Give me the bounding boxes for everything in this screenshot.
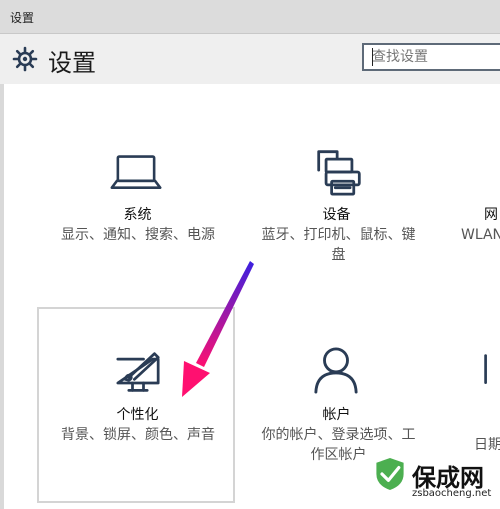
tile-personalization-name: 个性化 xyxy=(116,407,159,423)
search-input[interactable] xyxy=(372,46,492,68)
tile-devices-desc: 蓝牙、打印机、鼠标、键盘 xyxy=(261,227,416,263)
left-edge-divider xyxy=(0,84,4,509)
page-title: 设置 xyxy=(48,49,96,77)
window-title: 设置 xyxy=(10,11,35,25)
watermark: 保成网 zsbaocheng.net xyxy=(360,448,500,509)
shield-logo-icon xyxy=(376,458,404,490)
tile-accounts-name: 帐户 xyxy=(322,407,351,423)
tile-devices[interactable]: 设备 蓝牙、打印机、鼠标、键盘 xyxy=(239,140,434,270)
tile-system[interactable]: 系统 显示、通知、搜索、电源 xyxy=(40,140,235,270)
tile-system-desc: 显示、通知、搜索、电源 xyxy=(61,227,215,243)
clock-language-icon xyxy=(484,354,487,384)
tile-personalization-desc: 背景、锁屏、颜色、声音 xyxy=(61,427,215,443)
laptop-icon xyxy=(110,155,162,189)
tile-network[interactable]: 网 WLAN xyxy=(440,140,500,270)
annotation-arrow xyxy=(182,261,254,397)
tile-network-name: 网 xyxy=(484,207,498,223)
personalization-icon xyxy=(116,352,160,392)
text-caret xyxy=(372,48,373,66)
tile-devices-name: 设备 xyxy=(322,207,351,223)
settings-header: 设置 xyxy=(0,34,500,84)
watermark-url: zsbaocheng.net xyxy=(412,488,492,499)
search-box[interactable] xyxy=(362,43,500,71)
tile-network-desc: WLAN xyxy=(461,227,500,243)
user-icon xyxy=(314,347,358,394)
printer-icon xyxy=(317,150,361,196)
tile-system-name: 系统 xyxy=(123,207,152,223)
window-titlebar: 设置 xyxy=(0,0,500,34)
gear-icon xyxy=(12,46,38,72)
